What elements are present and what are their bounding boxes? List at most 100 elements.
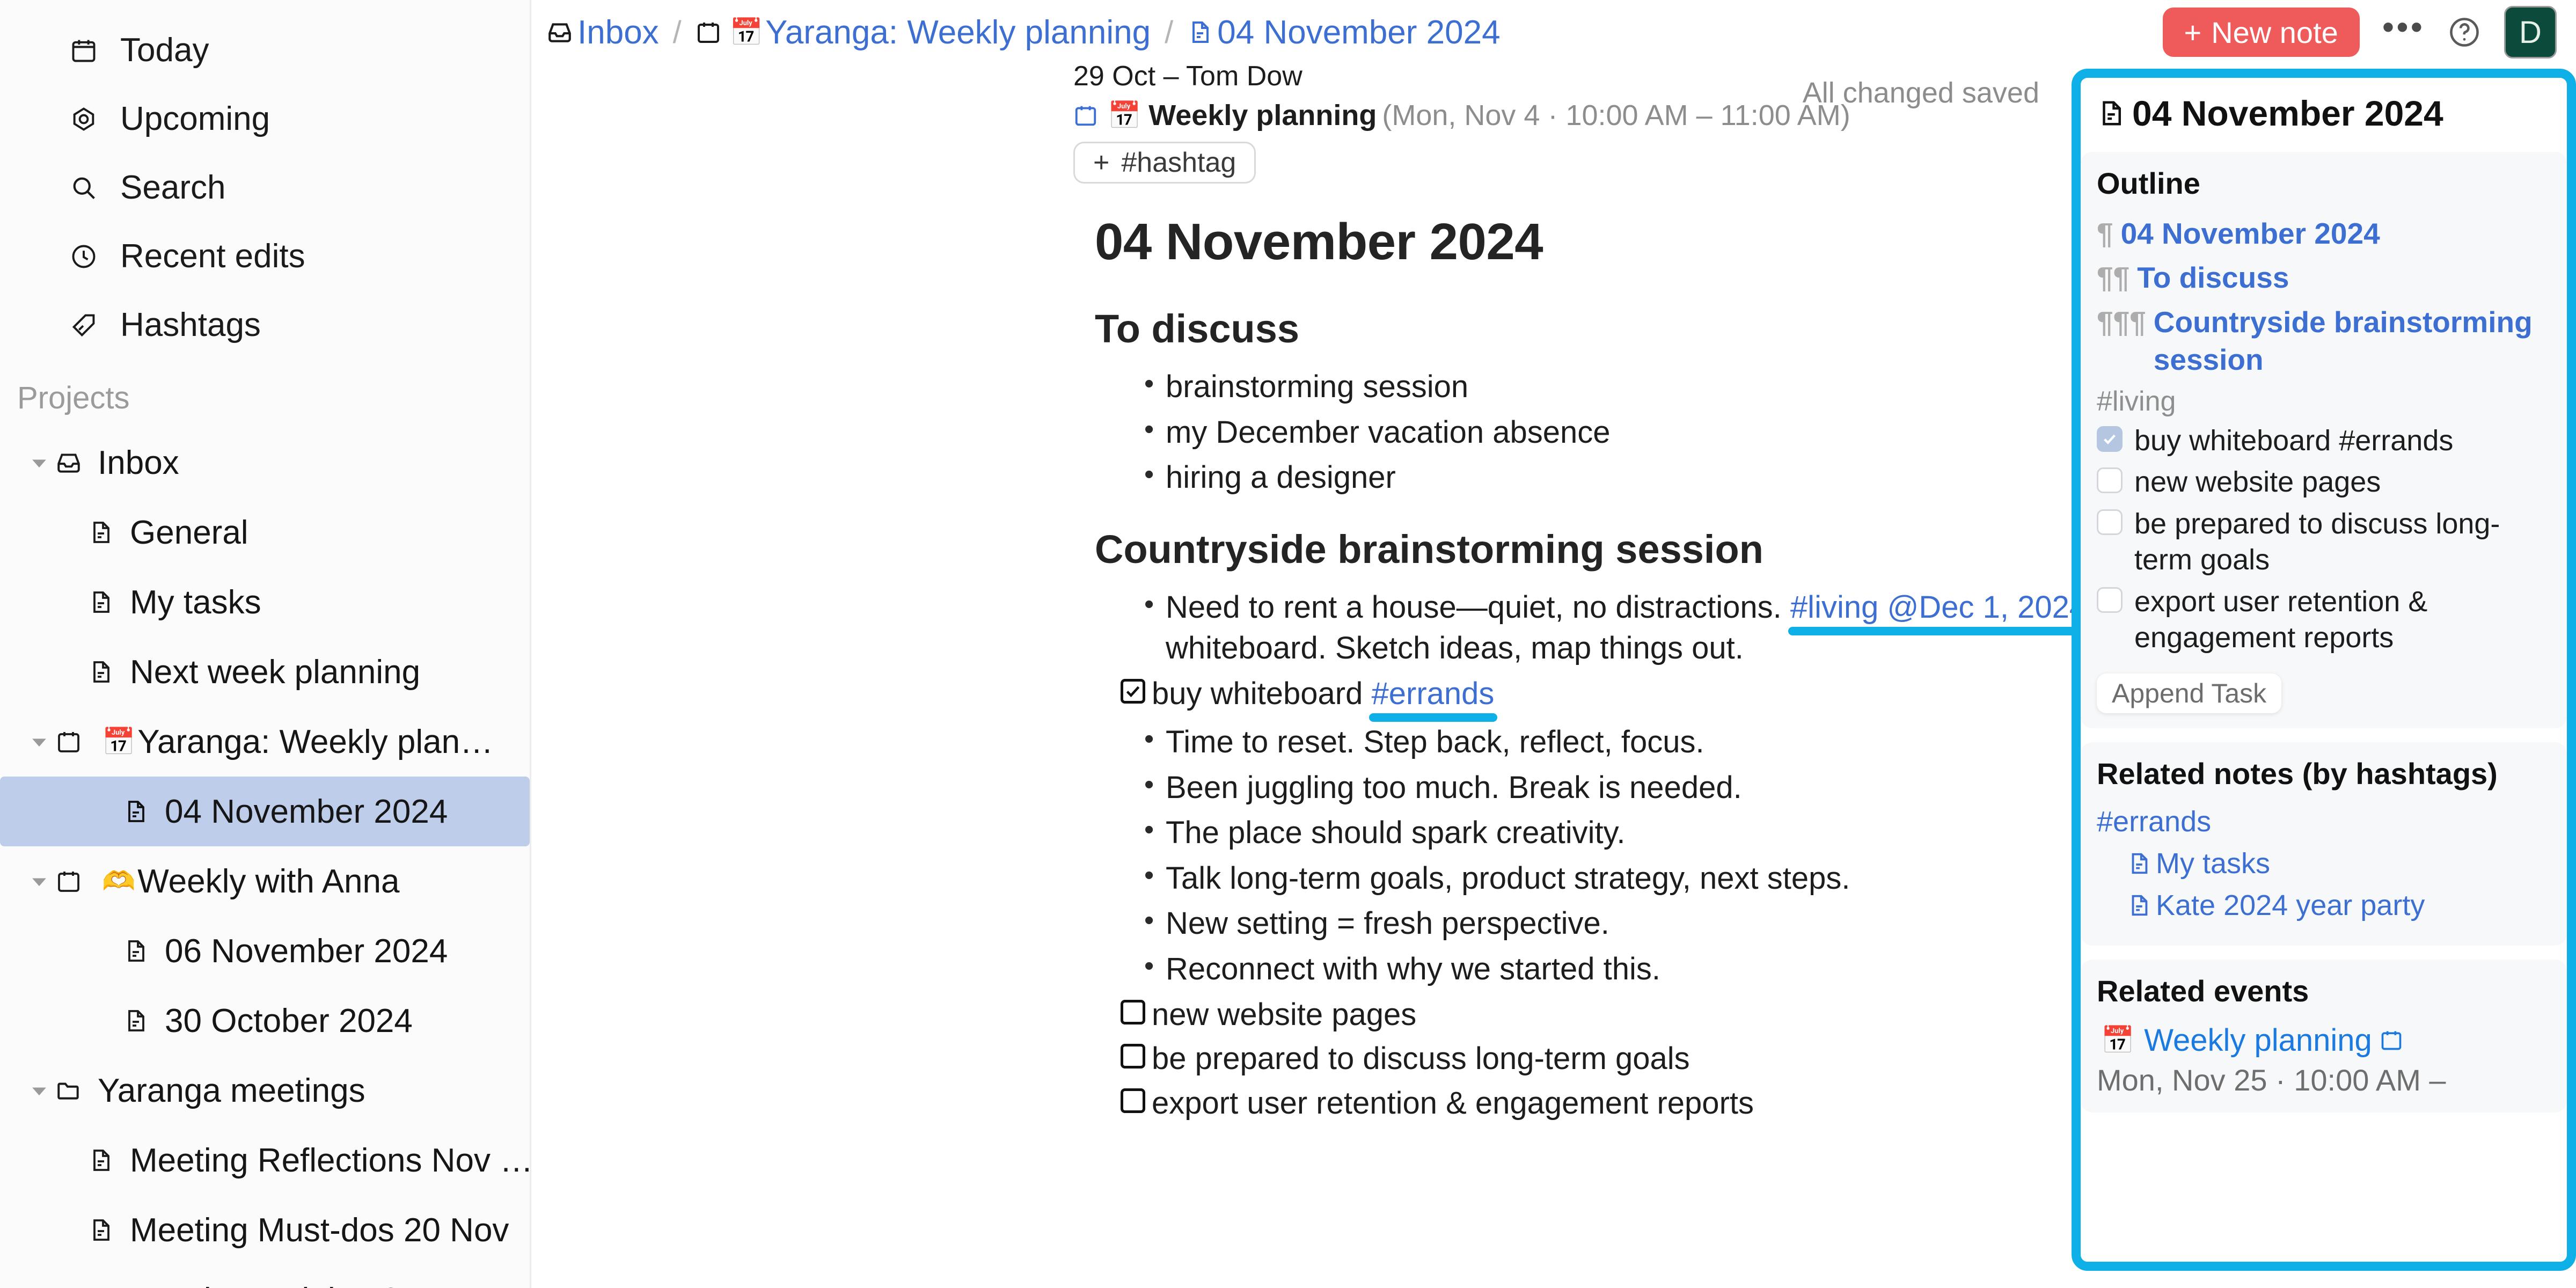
related-note-label: Kate 2024 year party [2156, 889, 2425, 921]
note-icon [86, 1285, 116, 1288]
list-item-rent-house: Need to rent a house—quiet, no distracti… [1144, 586, 2212, 669]
calendar-icon [696, 19, 721, 45]
tree-item-general[interactable]: General [0, 497, 530, 567]
tree-item-meeting-reflections[interactable]: Meeting Reflections Nov … [0, 1125, 530, 1195]
chevron-down-icon[interactable] [25, 727, 54, 756]
tree-item-04-november-2024[interactable]: 04 November 2024 [0, 777, 530, 846]
right-panel-header: 04 November 2024 [2081, 78, 2567, 152]
checkbox-checked[interactable] [1121, 678, 1145, 704]
calendar-icon [54, 866, 84, 896]
checkbox-unchecked[interactable] [1121, 999, 1145, 1024]
task-label: be prepared to discuss long-term goals [1152, 1041, 1690, 1077]
save-status: All changed saved [1802, 77, 2039, 109]
checkbox-unchecked[interactable] [1121, 1088, 1145, 1113]
outline-item-label: To discuss [2137, 261, 2289, 295]
task-label: new website pages [1152, 997, 1417, 1032]
sidebar-item-search[interactable]: Search [0, 153, 530, 222]
chevron-down-icon[interactable] [25, 867, 54, 896]
sidebar-item-label: Search [120, 169, 226, 206]
tree-item-next-week-planning[interactable]: Next week planning [0, 637, 530, 707]
related-events-card: Related events 📅 Weekly planning Mon, No… [2081, 959, 2567, 1113]
tree-item-inbox[interactable]: Inbox [0, 428, 530, 497]
question-circle-icon[interactable] [2447, 15, 2482, 49]
tree-item-label: Meeting Reflections Nov … [130, 1141, 530, 1179]
bullet-text-pre: Need to rent a house—quiet, no distracti… [1166, 589, 1790, 625]
avatar[interactable]: D [2504, 6, 2557, 58]
outline-item-h3[interactable]: ¶¶¶ Countryside brainstorming session [2097, 303, 2551, 379]
outline-task-buy-whiteboard[interactable]: buy whiteboard #errands [2097, 423, 2551, 459]
note-icon [2097, 99, 2126, 128]
add-hashtag-button[interactable]: + #hashtag [1073, 142, 1256, 184]
sidebar-item-hashtags[interactable]: Hashtags [0, 291, 530, 360]
related-notes-hashtag[interactable]: #errands [2097, 805, 2551, 838]
clock-icon [69, 241, 99, 272]
related-note-my-tasks[interactable]: My tasks [2097, 847, 2551, 880]
note-icon [121, 936, 151, 966]
breadcrumb-label: 04 November 2024 [1217, 13, 1501, 51]
calendar-emoji-icon: 📅 [729, 17, 764, 47]
pilcrow-icon: ¶ [2097, 217, 2113, 250]
hands-heart-emoji-icon: 🫶 [102, 866, 136, 896]
tree-item-yaranga-weekly-planning[interactable]: 📅 Yaranga: Weekly plan… [0, 707, 530, 777]
checkbox-checked[interactable] [2097, 426, 2123, 452]
tree-item-label: Meeting Must-dos 20 Nov [130, 1211, 509, 1249]
sidebar-item-upcoming[interactable]: Upcoming [0, 85, 530, 153]
calendar-emoji-icon: 📅 [1108, 100, 1141, 130]
chevron-down-icon[interactable] [25, 1076, 54, 1105]
note-icon [121, 1006, 151, 1036]
outline-item-label: Countryside brainstorming session [2153, 305, 2533, 377]
checkbox-unchecked[interactable] [1121, 1044, 1145, 1069]
related-event-weekly-planning[interactable]: 📅 Weekly planning [2097, 1022, 2551, 1058]
tree-item-label: 30 October 2024 [165, 1002, 413, 1040]
tree-item-yaranga-meetings[interactable]: Yaranga meetings [0, 1056, 530, 1125]
breadcrumb-inbox[interactable]: Inbox [546, 13, 659, 52]
app-root: Today Upcoming Search Recent edits Hasht [0, 0, 2576, 1288]
outline-task-label: buy whiteboard #errands [2134, 424, 2454, 457]
cube-icon [69, 104, 99, 134]
checkbox-unchecked[interactable] [2097, 587, 2123, 613]
related-event-label: Weekly planning [2144, 1022, 2372, 1058]
breadcrumb-yaranga-weekly-planning[interactable]: 📅 Yaranga: Weekly planning [696, 13, 1151, 52]
chevron-down-icon[interactable] [25, 448, 54, 477]
outline-task-long-term-goals[interactable]: be prepared to discuss long-term goals [2097, 506, 2551, 579]
outline-task-new-website-pages[interactable]: new website pages [2097, 464, 2551, 501]
tree-item-label: 04 November 2024 [165, 793, 448, 830]
outline-item-h2[interactable]: ¶¶ To discuss [2097, 259, 2551, 296]
sidebar-item-recent-edits[interactable]: Recent edits [0, 222, 530, 291]
inline-hashtag-living-date[interactable]: #living @Dec 1, 2024 [1790, 590, 2087, 625]
tree-item-meeting-must-dos[interactable]: Meeting Must-dos 20 Nov [0, 1195, 530, 1265]
folder-icon [54, 1075, 84, 1106]
linked-event-name: Weekly planning [1148, 99, 1377, 131]
inbox-icon [54, 448, 84, 478]
note-icon [2127, 893, 2151, 918]
breadcrumb-04-november-2024[interactable]: 04 November 2024 [1187, 13, 1501, 52]
plus-icon: + [2184, 15, 2202, 49]
right-panel-title: 04 November 2024 [2132, 93, 2443, 133]
tree-item-my-tasks[interactable]: My tasks [0, 567, 530, 637]
related-note-kate-2024-year-party[interactable]: Kate 2024 year party [2097, 889, 2551, 922]
sidebar-item-label: Hashtags [120, 306, 261, 343]
checkbox-unchecked[interactable] [2097, 509, 2123, 535]
task-label: buy whiteboard #errands [1152, 676, 1495, 711]
ellipsis-icon[interactable]: ••• [2382, 10, 2425, 43]
tree-item-label: Weekly with Anna [137, 862, 400, 900]
tree-item-meeting-insights[interactable]: Meeting Insights 21 Nov [0, 1265, 530, 1288]
calendar-emoji-icon: 📅 [2101, 1025, 2135, 1056]
tree-item-06-november-2024[interactable]: 06 November 2024 [0, 916, 530, 986]
top-bar-actions: + New note ••• D [2162, 6, 2557, 58]
tree-item-weekly-with-anna[interactable]: 🫶 Weekly with Anna [0, 846, 530, 916]
sidebar-item-today[interactable]: Today [0, 16, 530, 85]
note-icon [121, 796, 151, 826]
inline-hashtag-errands[interactable]: #errands [1371, 676, 1494, 711]
outline-task-export-reports[interactable]: export user retention & engagement repor… [2097, 584, 2551, 656]
search-icon [69, 173, 99, 203]
tree-item-label: Meeting Insights 21 Nov [130, 1281, 487, 1288]
outline-item-h1[interactable]: ¶ 04 November 2024 [2097, 215, 2551, 252]
checkbox-unchecked[interactable] [2097, 467, 2123, 494]
tree-item-30-october-2024[interactable]: 30 October 2024 [0, 986, 530, 1056]
append-task-button[interactable]: Append Task [2097, 673, 2282, 713]
related-notes-heading: Related notes (by hashtags) [2097, 756, 2498, 791]
top-bar: Inbox / 📅 Yaranga: Weekly planning / 04 … [531, 0, 2576, 64]
note-icon [86, 517, 116, 547]
new-note-button[interactable]: + New note [2162, 8, 2360, 57]
